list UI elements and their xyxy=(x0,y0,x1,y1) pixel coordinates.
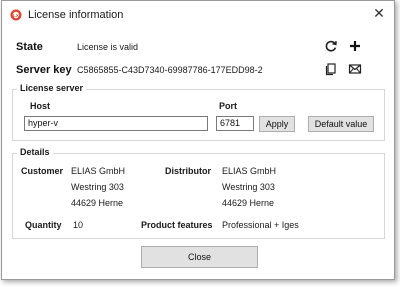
window-title: License information xyxy=(28,9,124,21)
title-bar: LX License information ✕ xyxy=(2,1,394,28)
host-input[interactable]: hyper-v xyxy=(24,116,208,131)
server-key-value: C5865855-C43D7340-69987786-177EDD98-2 xyxy=(77,65,263,75)
license-server-group xyxy=(12,89,385,141)
quantity-value: 10 xyxy=(73,220,84,230)
default-value-button[interactable]: Default value xyxy=(308,116,374,132)
product-features-value: Professional + Iges xyxy=(222,220,299,230)
mail-icon[interactable] xyxy=(348,62,362,76)
close-icon[interactable]: ✕ xyxy=(372,6,386,20)
details-title: Details xyxy=(17,147,53,157)
port-input[interactable]: 6781 xyxy=(216,116,254,131)
apply-button[interactable]: Apply xyxy=(259,116,295,132)
distributor-line: Westring 303 xyxy=(222,182,275,192)
quantity-label: Quantity xyxy=(25,220,62,230)
customer-line: ELIAS GmbH xyxy=(71,166,126,176)
license-server-title: License server xyxy=(17,83,87,93)
server-key-label: Server key xyxy=(16,64,72,76)
state-value: License is valid xyxy=(77,42,139,52)
port-label: Port xyxy=(219,101,237,111)
state-label: State xyxy=(16,41,43,53)
refresh-icon[interactable] xyxy=(324,39,338,53)
svg-text:LX: LX xyxy=(13,13,19,18)
product-features-label: Product features xyxy=(141,220,213,230)
close-button[interactable]: Close xyxy=(141,246,258,268)
customer-line: Westring 303 xyxy=(71,182,124,192)
customer-label: Customer xyxy=(21,166,64,176)
license-dialog: LX License information ✕ State License i… xyxy=(1,0,395,280)
app-logo-icon: LX xyxy=(10,9,22,21)
host-label: Host xyxy=(30,101,50,111)
customer-line: 44629 Herne xyxy=(71,198,124,208)
distributor-label: Distributor xyxy=(165,166,211,176)
plus-icon[interactable] xyxy=(348,39,362,53)
copy-icon[interactable] xyxy=(324,62,338,76)
distributor-line: ELIAS GmbH xyxy=(222,166,277,176)
distributor-line: 44629 Herne xyxy=(222,198,275,208)
